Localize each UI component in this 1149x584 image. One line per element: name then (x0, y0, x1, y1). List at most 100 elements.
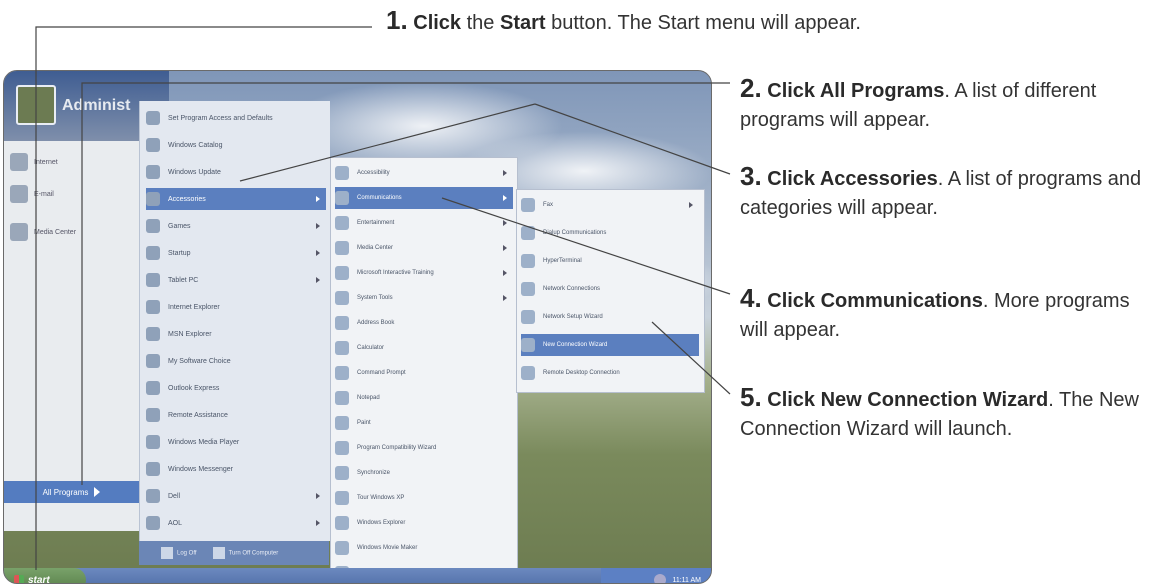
step-number: 1. (386, 5, 408, 35)
pinned-item-label: Media Center (34, 228, 77, 236)
submenu-arrow-icon (503, 295, 507, 301)
menu-item[interactable]: Windows Explorer (335, 512, 513, 534)
menu-item-label: Fax (543, 202, 554, 208)
step-5: 5. Click New Connection Wizard. The New … (740, 383, 1146, 444)
menu-item[interactable]: Windows Media Player (146, 431, 326, 453)
menu-item-label: Dialup Communications (543, 230, 607, 236)
menu-item[interactable]: HyperTerminal (521, 250, 699, 272)
menu-item[interactable]: Command Prompt (335, 362, 513, 384)
submenu-arrow-icon (316, 493, 320, 499)
log-off-button[interactable]: Log Off (161, 547, 197, 559)
menu-item-label: Dell (168, 492, 181, 500)
menu-item-label: Startup (168, 249, 191, 257)
menu-item[interactable]: Set Program Access and Defaults (146, 107, 326, 129)
menu-item[interactable]: Dialup Communications (521, 222, 699, 244)
menu-item-label: My Software Choice (168, 357, 231, 365)
start-button[interactable]: start (4, 568, 86, 584)
menu-item[interactable]: My Software Choice (146, 350, 326, 372)
volume-icon[interactable] (654, 574, 667, 583)
menu-item[interactable]: Remote Assistance (146, 404, 326, 426)
menu-item[interactable]: Accessories (146, 188, 326, 210)
menu-item-label: New Connection Wizard (543, 342, 608, 348)
submenu-arrow-icon (503, 195, 507, 201)
pinned-item-email[interactable]: E-mail (10, 179, 135, 209)
clock: 11:11 AM (672, 576, 701, 584)
step-action: Click (413, 12, 462, 34)
step-text: button. The Start menu will appear. (545, 12, 861, 34)
menu-item-label: Remote Desktop Connection (543, 370, 620, 376)
step-number: 5. (740, 382, 762, 412)
program-icon (335, 166, 349, 180)
menu-item-label: Media Center (357, 245, 394, 251)
menu-item[interactable]: Accessibility (335, 162, 513, 184)
turn-off-button[interactable]: Turn Off Computer (213, 547, 279, 559)
program-icon (335, 516, 349, 530)
menu-item[interactable]: Calculator (335, 337, 513, 359)
program-icon (146, 516, 160, 530)
menu-item[interactable]: Outlook Express (146, 377, 326, 399)
menu-item-label: Outlook Express (168, 384, 220, 392)
step-number: 2. (740, 73, 762, 103)
program-icon (335, 466, 349, 480)
program-icon (335, 216, 349, 230)
menu-item[interactable]: Network Setup Wizard (521, 306, 699, 328)
menu-item[interactable]: Address Book (335, 312, 513, 334)
arrow-right-icon (94, 487, 101, 497)
submenu-arrow-icon (689, 202, 693, 208)
menu-item[interactable]: Fax (521, 194, 699, 216)
start-menu-footer: Log Off Turn Off Computer (139, 541, 329, 565)
menu-item[interactable]: Synchronize (335, 462, 513, 484)
menu-item[interactable]: Remote Desktop Connection (521, 362, 699, 384)
menu-item-label: Synchronize (357, 470, 391, 476)
menu-item-label: Accessories (168, 195, 206, 203)
menu-item-label: Games (168, 222, 191, 230)
menu-item[interactable]: Microsoft Interactive Training (335, 262, 513, 284)
menu-item[interactable]: Windows Update (146, 161, 326, 183)
menu-item-label: MSN Explorer (168, 330, 212, 338)
program-icon (146, 138, 160, 152)
pinned-item-media-center[interactable]: Media Center (10, 217, 135, 247)
menu-item[interactable]: Tour Windows XP (335, 487, 513, 509)
menu-item-label: Entertainment (357, 220, 395, 226)
programs-menu: Set Program Access and Defaults Windows C… (139, 101, 330, 541)
menu-item-label: Windows Explorer (357, 520, 406, 526)
menu-item-label: Windows Media Player (168, 438, 240, 446)
menu-item[interactable]: Notepad (335, 387, 513, 409)
menu-item[interactable]: MSN Explorer (146, 323, 326, 345)
menu-item[interactable]: Paint (335, 412, 513, 434)
menu-item[interactable]: Windows Movie Maker (335, 537, 513, 559)
menu-item[interactable]: Entertainment (335, 212, 513, 234)
step-number: 3. (740, 161, 762, 191)
menu-item[interactable]: Media Center (335, 237, 513, 259)
step-number: 4. (740, 283, 762, 313)
start-menu-left-column: Internet E-mail Media Center (4, 141, 139, 531)
menu-item[interactable]: Windows Messenger (146, 458, 326, 480)
menu-item[interactable]: System Tools (335, 287, 513, 309)
menu-item[interactable]: AOL (146, 512, 326, 534)
menu-item-label: Communications (357, 195, 402, 201)
email-icon (10, 185, 28, 203)
accessories-menu: Accessibility Communications Entertainment… (330, 157, 518, 583)
program-icon (521, 254, 535, 268)
menu-item[interactable]: Windows Catalog (146, 134, 326, 156)
menu-item[interactable]: Tablet PC (146, 269, 326, 291)
start-label: start (28, 574, 50, 584)
menu-item-label: Windows Catalog (168, 141, 223, 149)
program-icon (146, 300, 160, 314)
menu-item[interactable]: Startup (146, 242, 326, 264)
menu-item-label: Windows Messenger (168, 465, 233, 473)
step-text: the (461, 12, 500, 34)
step-action: Click Accessories (767, 168, 938, 190)
submenu-arrow-icon (316, 196, 320, 202)
step-action: Click Communications (767, 290, 983, 312)
all-programs-button[interactable]: All Programs (4, 481, 139, 503)
menu-item[interactable]: Games (146, 215, 326, 237)
menu-item[interactable]: Program Compatibility Wizard (335, 437, 513, 459)
step-2: 2. Click All Programs. A list of differe… (740, 74, 1146, 135)
menu-item[interactable]: Network Connections (521, 278, 699, 300)
menu-item[interactable]: New Connection Wizard (521, 334, 699, 356)
menu-item[interactable]: Internet Explorer (146, 296, 326, 318)
menu-item[interactable]: Dell (146, 485, 326, 507)
pinned-item-internet[interactable]: Internet (10, 147, 135, 177)
menu-item[interactable]: Communications (335, 187, 513, 209)
